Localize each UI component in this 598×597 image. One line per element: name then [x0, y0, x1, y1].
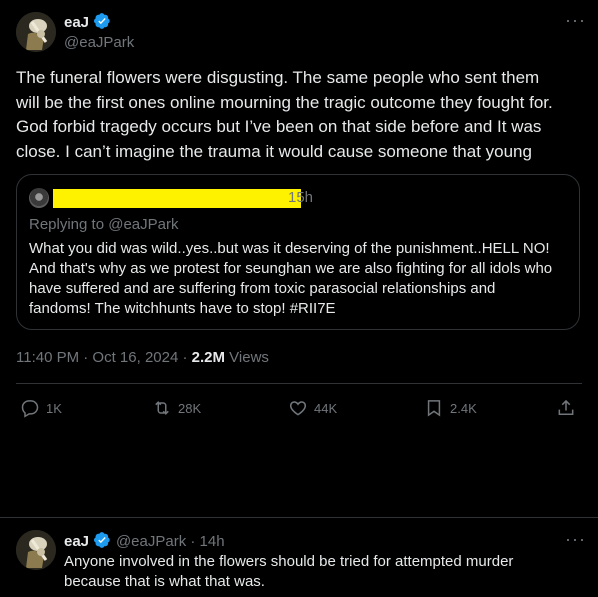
author-line: eaJ	[64, 12, 111, 32]
quoted-text-line: have suffered and are suffering from tox…	[29, 280, 496, 297]
reply-icon	[21, 400, 39, 418]
avatar[interactable]	[16, 12, 56, 52]
bookmark-icon	[427, 400, 441, 417]
bookmark-button[interactable]: 2.4K	[424, 398, 477, 418]
tweet-text-line: The funeral flowers were disgusting. The…	[16, 68, 540, 87]
like-button[interactable]: 44K	[288, 398, 337, 418]
divider	[16, 383, 582, 384]
quoted-text: What you did was wild..yes..but was it d…	[29, 239, 574, 319]
like-count: 44K	[314, 400, 338, 416]
reply-text: Anyone involved in the flowers should be…	[64, 552, 584, 592]
reply-button[interactable]: 1K	[20, 398, 62, 418]
timestamp[interactable]: 11:40 PM · Oct 16, 2024 ·	[16, 349, 192, 366]
quoted-tweet[interactable]: 15h Replying to @eaJPark What you did wa…	[16, 174, 580, 330]
display-name[interactable]: eaJ	[64, 533, 89, 550]
repost-icon	[155, 401, 169, 415]
redacted-author	[53, 189, 301, 208]
share-icon	[558, 399, 574, 415]
more-icon[interactable]: ···	[565, 10, 586, 31]
handle-time[interactable]: @eaJPark · 14h	[116, 533, 225, 550]
tweet-text-line: will be the first ones online mourning t…	[16, 92, 553, 112]
quoted-avatar	[29, 188, 49, 208]
avatar[interactable]	[16, 530, 56, 570]
views-count: 2.2M	[191, 349, 226, 366]
avatar-image	[16, 12, 56, 52]
quoted-time: 15h	[288, 189, 314, 206]
tweet-text: The funeral flowers were disgusting. The…	[16, 66, 586, 164]
share-button[interactable]	[556, 398, 576, 418]
tweet-meta: 11:40 PM · Oct 16, 2024 · 2.2M Views	[16, 349, 269, 366]
like-icon	[289, 401, 307, 416]
quoted-text-line: What you did was wild..yes..but was it d…	[29, 240, 550, 257]
reply-count: 1K	[46, 400, 62, 416]
avatar-image	[16, 530, 56, 570]
repost-count: 28K	[178, 400, 202, 416]
views-label: Views	[225, 349, 269, 366]
more-icon[interactable]: ···	[565, 529, 586, 550]
tweet-text-line: God forbid tragedy occurs but I’ve been …	[16, 117, 542, 136]
quoted-text-line: And that's why as we protest for seungha…	[29, 260, 553, 277]
display-name[interactable]: eaJ	[64, 14, 89, 31]
bookmark-count: 2.4K	[450, 400, 477, 416]
verified-badge-icon	[94, 13, 111, 29]
handle[interactable]: @eaJPark	[64, 34, 134, 51]
reply-author-line: eaJ @eaJPark · 14h	[64, 531, 225, 551]
reply-text-line: because that is what that was.	[64, 573, 265, 590]
reply-text-line: Anyone involved in the flowers should be…	[64, 553, 514, 570]
repost-button[interactable]: 28K	[152, 398, 201, 418]
divider	[0, 517, 598, 518]
replying-to: Replying to @eaJPark	[29, 216, 179, 233]
verified-badge-icon	[94, 532, 111, 548]
tweet-text-line: close. I can’t imagine the trauma it wou…	[16, 141, 532, 161]
quoted-text-line: fandoms! The witchhunts have to stop! #R…	[29, 300, 336, 317]
